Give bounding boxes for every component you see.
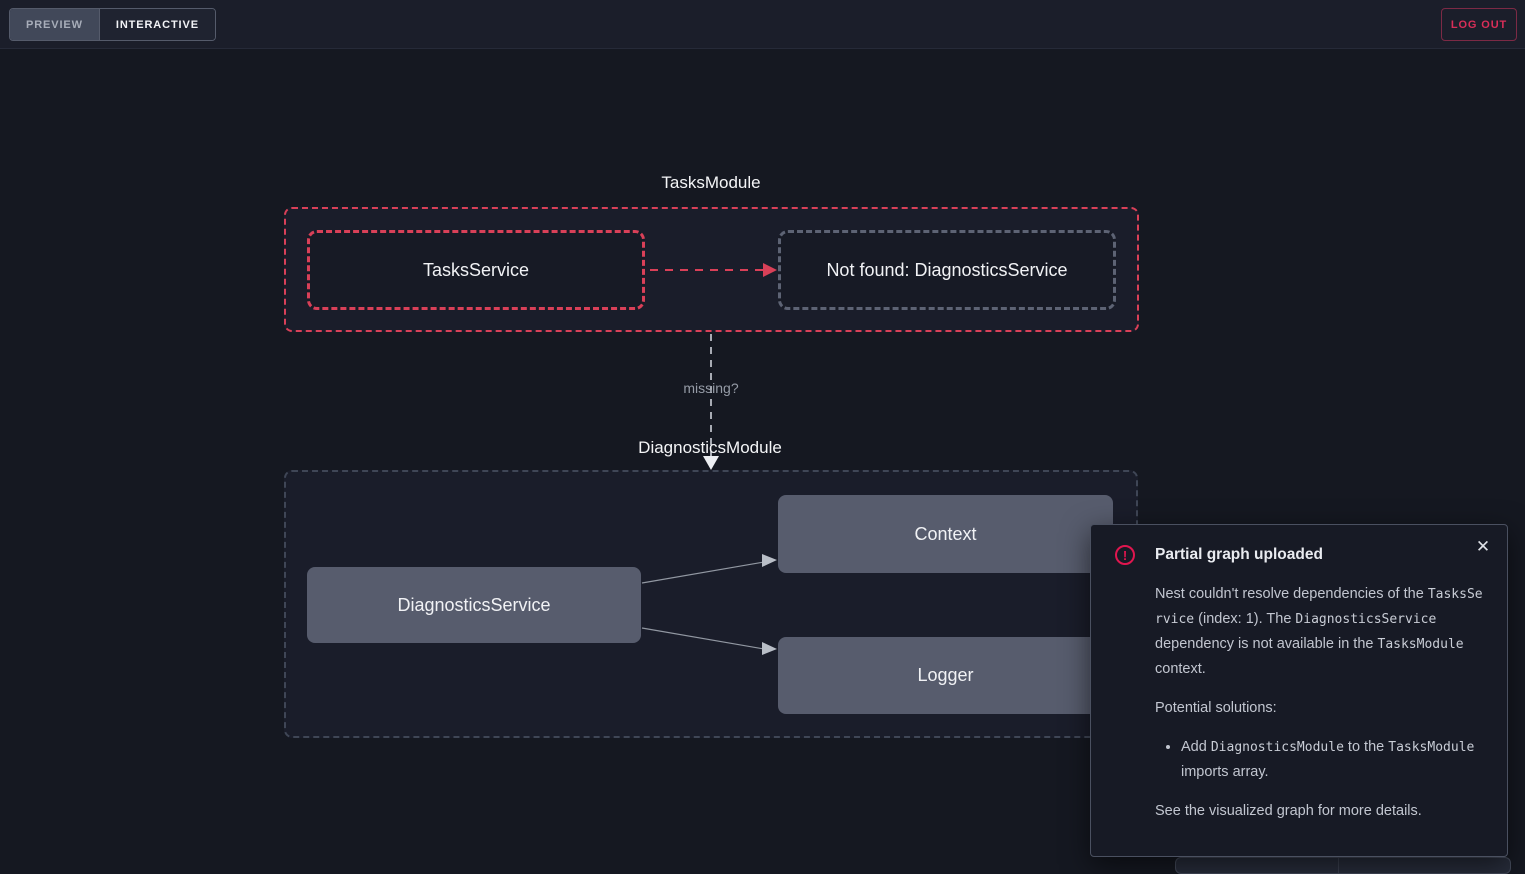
graph-controls-left-segment[interactable] xyxy=(1176,858,1338,873)
graph-controls-right-segment[interactable] xyxy=(1338,858,1510,873)
notification-footer: See the visualized graph for more detail… xyxy=(1155,799,1483,824)
message-text: context. xyxy=(1155,661,1206,677)
solution-text: imports array. xyxy=(1181,764,1269,780)
preview-tab[interactable]: PREVIEW xyxy=(10,9,100,40)
topbar: PREVIEW INTERACTIVE LOG OUT xyxy=(0,0,1525,49)
potential-solutions-label: Potential solutions: xyxy=(1155,696,1483,721)
message-text: Nest couldn't resolve dependencies of th… xyxy=(1155,586,1428,602)
code-diagnostics-service: DiagnosticsService xyxy=(1295,612,1436,627)
tasks-module-title: TasksModule xyxy=(586,173,836,193)
node-tasks-service[interactable]: TasksService xyxy=(307,230,645,310)
close-icon[interactable]: ✕ xyxy=(1471,535,1495,559)
edge-diagnosticsservice-to-context xyxy=(642,554,777,583)
graph-controls-bar xyxy=(1175,857,1511,874)
solutions-list: Add DiagnosticsModule to the TasksModule… xyxy=(1155,735,1483,785)
edge-diagnosticsservice-to-logger xyxy=(642,628,777,655)
graph-canvas[interactable]: TasksModule TasksService Not found: Diag… xyxy=(0,49,1525,874)
edge-tasksservice-to-notfound xyxy=(650,263,777,277)
diagnostics-module-title: DiagnosticsModule xyxy=(585,438,835,458)
notification-body: Nest couldn't resolve dependencies of th… xyxy=(1155,582,1483,824)
solution-item: Add DiagnosticsModule to the TasksModule… xyxy=(1181,735,1483,785)
message-text: (index: 1). The xyxy=(1194,611,1295,627)
code-tasks-module: TasksModule xyxy=(1378,637,1464,652)
notification-message: Nest couldn't resolve dependencies of th… xyxy=(1155,582,1483,682)
notification-header: ! Partial graph uploaded xyxy=(1115,545,1483,565)
interactive-tab[interactable]: INTERACTIVE xyxy=(100,9,215,40)
node-diagnostics-service[interactable]: DiagnosticsService xyxy=(307,567,641,643)
node-logger[interactable]: Logger xyxy=(778,637,1113,714)
message-text: dependency is not available in the xyxy=(1155,636,1378,652)
notification-panel: ✕ ! Partial graph uploaded Nest couldn't… xyxy=(1090,524,1508,857)
code-diagnostics-module: DiagnosticsModule xyxy=(1211,740,1344,755)
solution-text: Add xyxy=(1181,739,1211,755)
notification-title: Partial graph uploaded xyxy=(1155,546,1323,564)
alert-circle-icon: ! xyxy=(1115,545,1135,565)
solution-text: to the xyxy=(1344,739,1388,755)
node-context[interactable]: Context xyxy=(778,495,1113,573)
node-not-found-diagnostics-service[interactable]: Not found: DiagnosticsService xyxy=(778,230,1116,310)
view-mode-toggle: PREVIEW INTERACTIVE xyxy=(9,8,216,41)
code-tasks-module: TasksModule xyxy=(1388,740,1474,755)
logout-button[interactable]: LOG OUT xyxy=(1441,8,1517,41)
missing-edge-label: missing? xyxy=(611,380,811,396)
